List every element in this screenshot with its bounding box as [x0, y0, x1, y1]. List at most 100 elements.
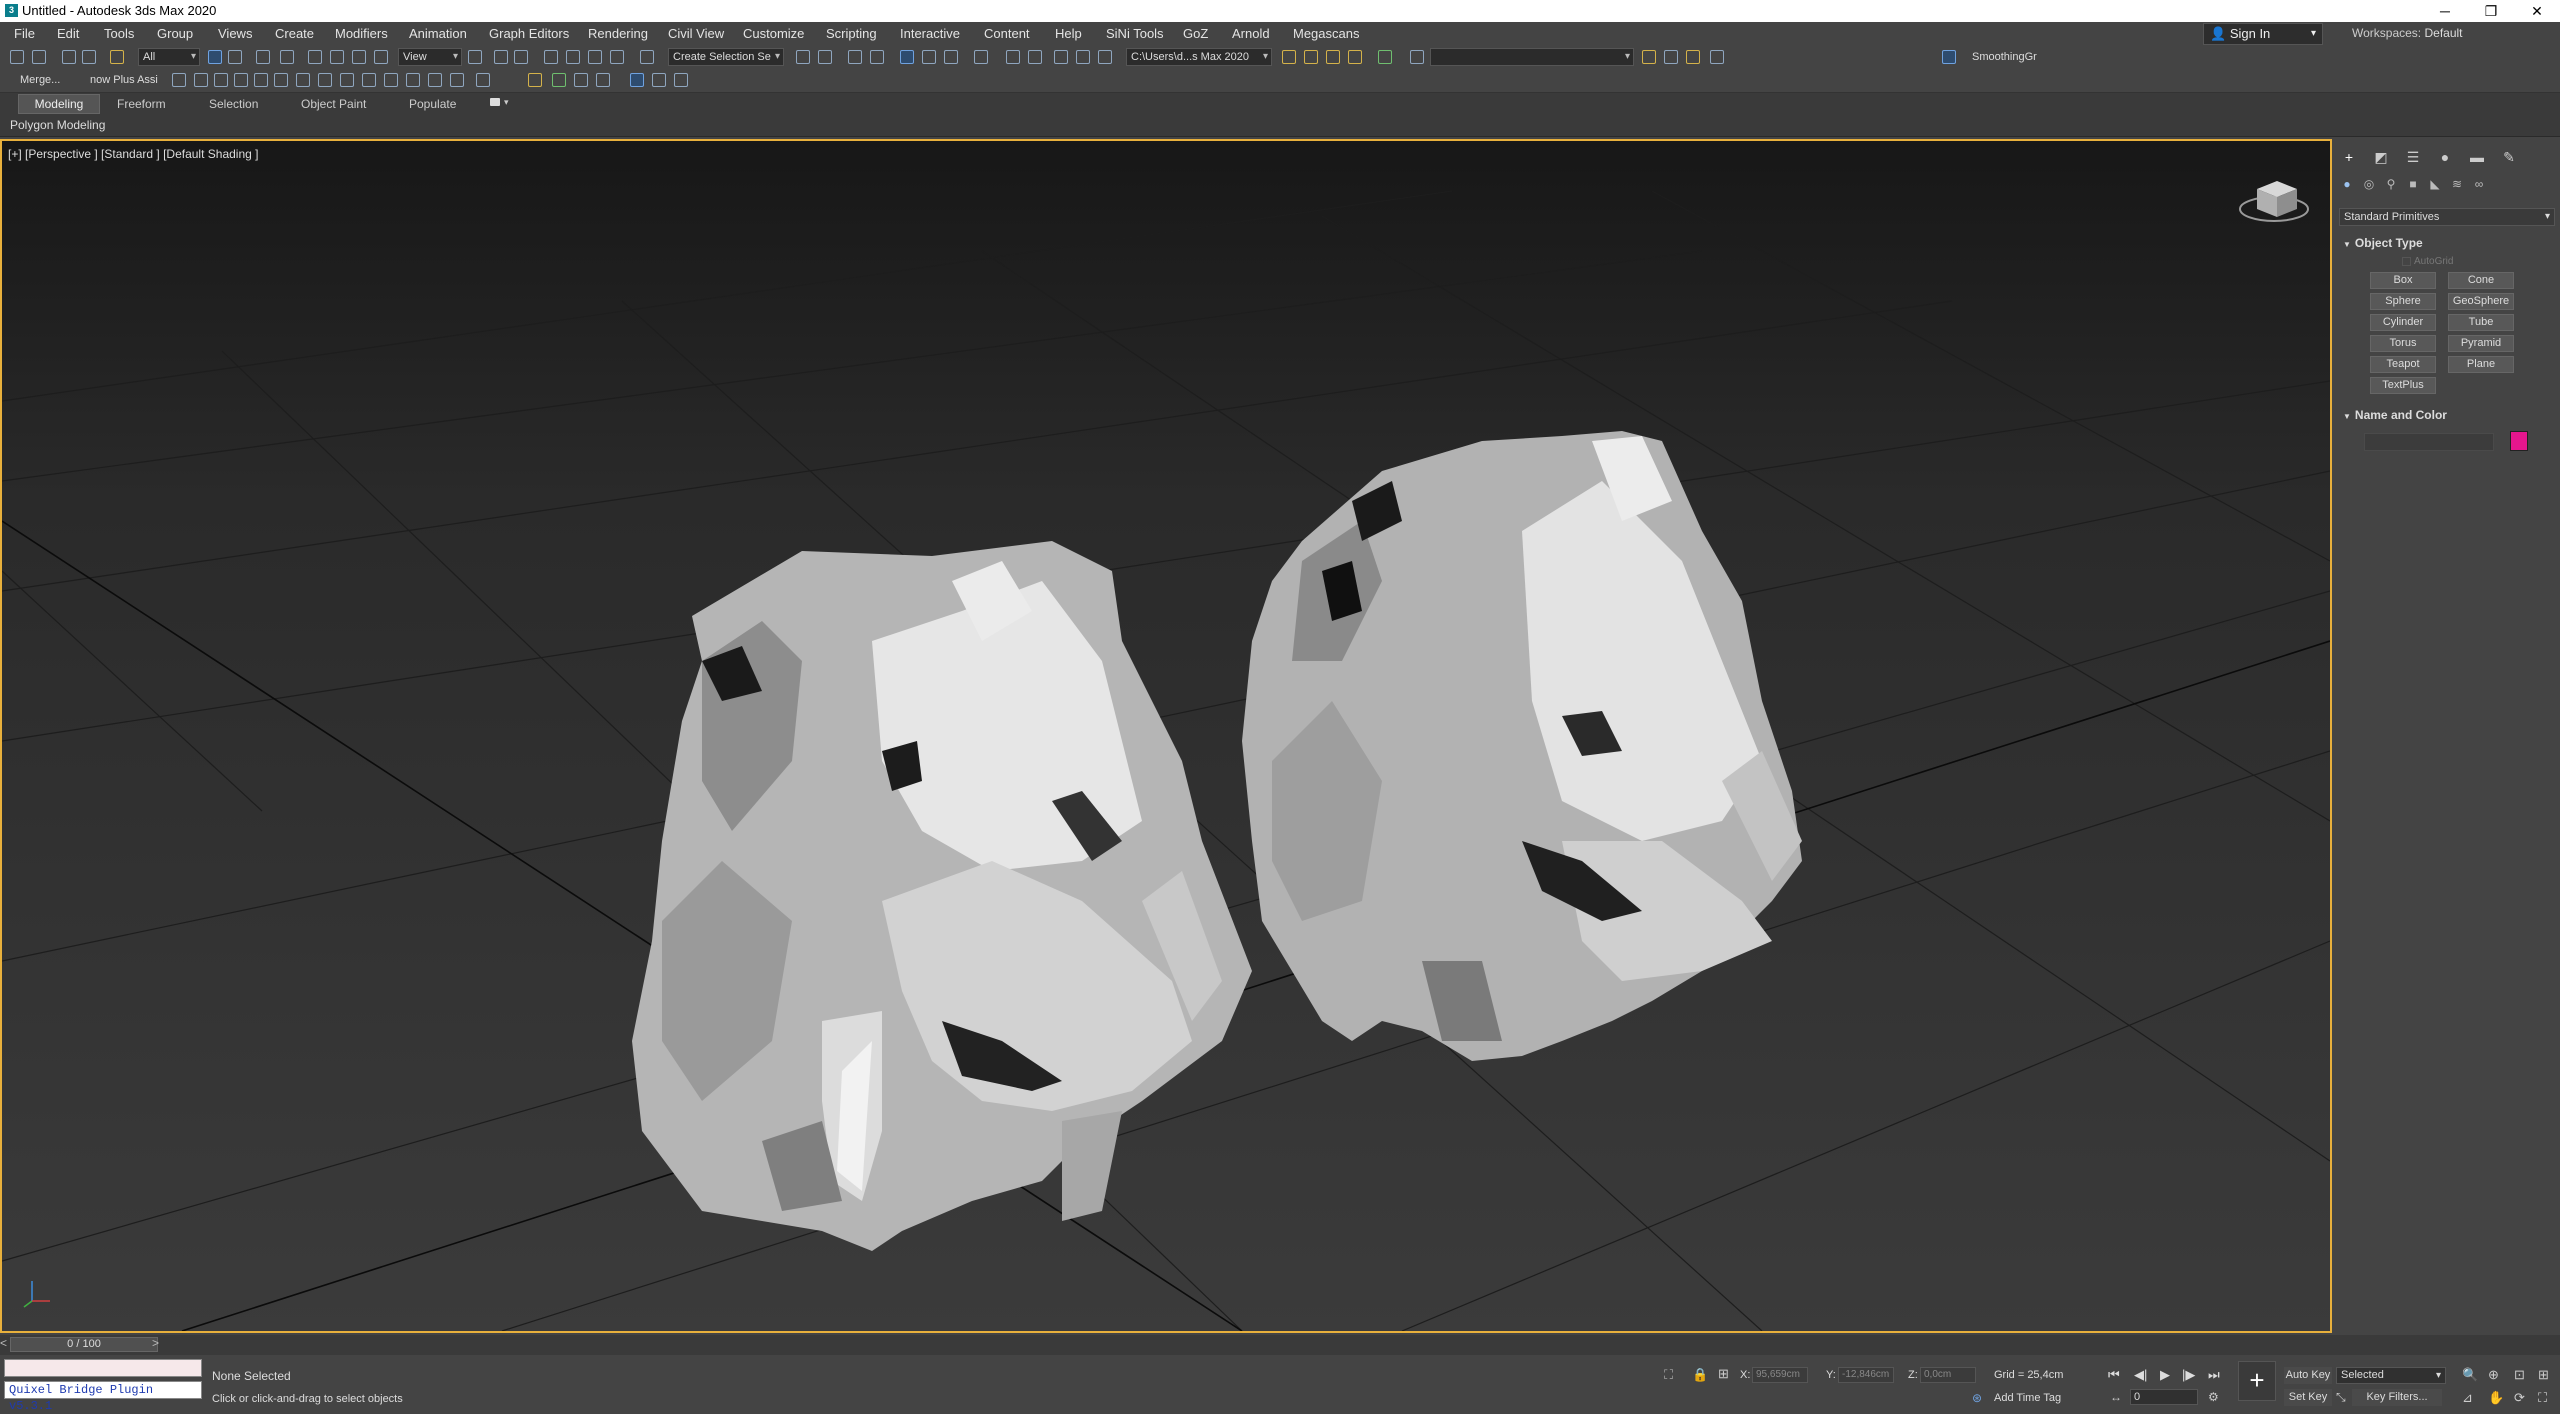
grid-panel-icon[interactable] [674, 73, 688, 87]
pin-icon[interactable] [1642, 50, 1656, 64]
menu-create[interactable]: Create [275, 26, 314, 41]
undo-icon[interactable] [10, 50, 24, 64]
display-tab-icon[interactable]: ▬ [2468, 148, 2486, 166]
redo-icon[interactable] [32, 50, 46, 64]
previous-key-icon[interactable]: ◀| [2134, 1367, 2147, 1383]
key-mode-icon[interactable]: ⚙ [2208, 1390, 2219, 1404]
frame-select-icon[interactable] [428, 73, 442, 87]
ribbon-options-chevron-icon[interactable]: ▾ [504, 97, 509, 108]
key-mode-dropdown[interactable]: Selected ▾ [2336, 1367, 2446, 1384]
percent-snap-icon[interactable] [588, 50, 602, 64]
maximize-viewport-icon[interactable]: ⛶ [2538, 1390, 2547, 1406]
menu-modifiers[interactable]: Modifiers [335, 26, 388, 41]
current-frame-field[interactable]: 0 [2130, 1389, 2198, 1405]
unlink-icon[interactable] [82, 50, 96, 64]
auto-key-button[interactable]: Auto Key [2284, 1367, 2332, 1384]
sphere-icon[interactable] [318, 73, 332, 87]
z-coordinate-field[interactable]: 0,0cm [1920, 1367, 1976, 1383]
go-to-end-icon[interactable]: ⏭ [2208, 1367, 2220, 1383]
textplus-button[interactable]: TextPlus [2370, 377, 2436, 394]
ribbon-tab-object-paint[interactable]: Object Paint [301, 97, 366, 111]
plugin-tool-icon[interactable] [1664, 50, 1678, 64]
menu-graph-editors[interactable]: Graph Editors [489, 26, 569, 41]
export-file-icon[interactable] [1348, 50, 1362, 64]
window-crossing-icon[interactable] [280, 50, 294, 64]
lion-head-left[interactable] [632, 541, 1252, 1251]
zoom-extents-icon[interactable]: ⊡ [2514, 1367, 2525, 1383]
maxscript-output[interactable]: Quixel Bridge Plugin v5.3.1 [4, 1381, 202, 1413]
cube-icon[interactable] [234, 73, 248, 87]
menu-rendering[interactable]: Rendering [588, 26, 648, 41]
workspaces-selector[interactable]: Workspaces: Default [2352, 26, 2463, 40]
x-coordinate-field[interactable]: 95,659cm [1752, 1367, 1808, 1383]
menu-help[interactable]: Help [1055, 26, 1082, 41]
save-file-icon[interactable] [1304, 50, 1318, 64]
field-of-view-icon[interactable]: ⊿ [2462, 1390, 2473, 1406]
menu-interactive[interactable]: Interactive [900, 26, 960, 41]
object-name-field[interactable] [2364, 433, 2494, 451]
restore-button[interactable]: ❐ [2468, 0, 2514, 22]
tool-icon[interactable] [574, 73, 588, 87]
geosphere-button[interactable]: GeoSphere [2448, 293, 2514, 310]
next-frame-icon[interactable]: > [152, 1336, 159, 1350]
spinner-snap-icon[interactable] [610, 50, 624, 64]
torus-icon[interactable] [296, 73, 310, 87]
menu-group[interactable]: Group [157, 26, 193, 41]
time-tag-icon[interactable]: ⊛ [1972, 1391, 1982, 1405]
zoom-icon[interactable]: 🔍 [2462, 1367, 2478, 1383]
scene-explorer-icon[interactable] [848, 50, 862, 64]
import-file-icon[interactable] [1326, 50, 1340, 64]
render-in-cloud-icon[interactable] [1076, 50, 1090, 64]
ribbon-tab-freeform[interactable]: Freeform [117, 97, 166, 111]
plugin-dropdown[interactable] [1430, 48, 1634, 66]
polygon-modeling-panel[interactable]: Polygon Modeling [10, 118, 105, 132]
plane-button[interactable]: Plane [2448, 356, 2514, 373]
lights-icon[interactable]: ⚲ [2384, 177, 2398, 191]
eye-icon[interactable] [406, 73, 420, 87]
play-icon[interactable]: ▶ [2160, 1367, 2170, 1383]
motion-tab-icon[interactable]: ● [2436, 148, 2454, 166]
menu-scripting[interactable]: Scripting [826, 26, 877, 41]
named-selection-set-dropdown[interactable]: Create Selection Se [668, 48, 784, 66]
box-icon[interactable] [274, 73, 288, 87]
material-editor-icon[interactable] [974, 50, 988, 64]
menu-views[interactable]: Views [218, 26, 252, 41]
panel-icon[interactable] [596, 73, 610, 87]
texture-icon[interactable] [528, 73, 542, 87]
object-color-swatch[interactable] [2510, 431, 2528, 451]
time-slider[interactable]: < 0 / 100 > [0, 1335, 2560, 1355]
flag-icon[interactable] [254, 73, 268, 87]
box-button[interactable]: Box [2370, 272, 2436, 289]
menu-edit[interactable]: Edit [57, 26, 79, 41]
selection-lock-icon[interactable]: 🔒 [1692, 1367, 1708, 1383]
object-type-rollout[interactable]: ▼ Object Type [2339, 236, 2555, 252]
time-slider-thumb[interactable]: 0 / 100 [10, 1337, 158, 1352]
mirror-icon[interactable] [796, 50, 810, 64]
script-icon[interactable] [1410, 50, 1424, 64]
bind-space-warp-icon[interactable] [110, 50, 124, 64]
toggle-ribbon-icon[interactable] [900, 50, 914, 64]
menu-file[interactable]: File [14, 26, 35, 41]
zoom-all-icon[interactable]: ⊕ [2488, 1367, 2499, 1383]
maxscript-input[interactable] [4, 1359, 202, 1377]
cylinder-button[interactable]: Cylinder [2370, 314, 2436, 331]
go-to-start-icon[interactable]: ⏮ [2108, 1367, 2120, 1383]
cameras-icon[interactable]: ■ [2406, 177, 2420, 191]
space-warps-icon[interactable]: ≋ [2450, 177, 2464, 191]
orbit-icon[interactable]: ⟳ [2514, 1390, 2525, 1406]
menu-megascans[interactable]: Megascans [1293, 26, 1359, 41]
selection-filter-dropdown[interactable]: All [138, 48, 200, 66]
menu-arnold[interactable]: Arnold [1232, 26, 1270, 41]
window-icon[interactable] [630, 73, 644, 87]
pin-tool-icon[interactable] [476, 73, 490, 87]
project-folder-dropdown[interactable]: C:\Users\d...s Max 2020 [1126, 48, 1272, 66]
set-key-button[interactable]: Set Key [2284, 1389, 2332, 1406]
tube-button[interactable]: Tube [2448, 314, 2514, 331]
add-time-tag-button[interactable]: Add Time Tag [1994, 1392, 2061, 1404]
menu-animation[interactable]: Animation [409, 26, 467, 41]
rendered-frame-window-icon[interactable] [1028, 50, 1042, 64]
ribbon-tab-populate[interactable]: Populate [409, 97, 456, 111]
rotate-icon[interactable] [330, 50, 344, 64]
edit-named-selections-icon[interactable] [640, 50, 654, 64]
collapse-icon[interactable] [1378, 50, 1392, 64]
